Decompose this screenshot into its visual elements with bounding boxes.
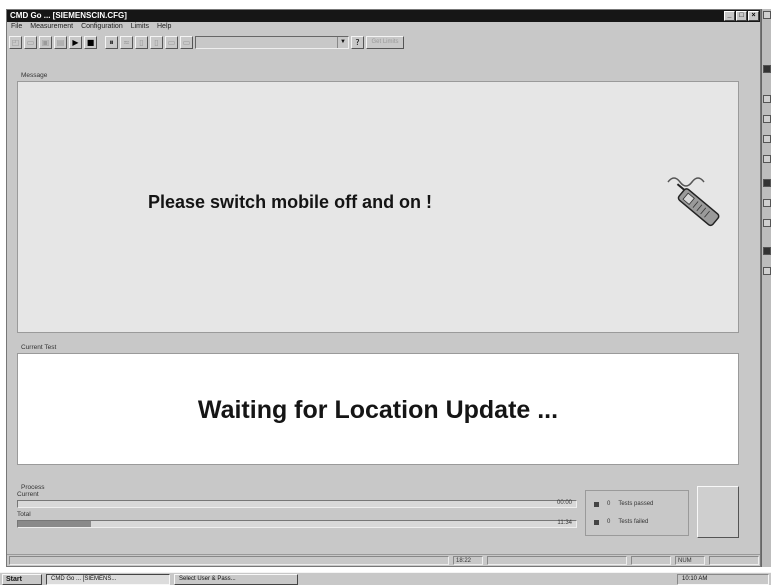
- close-button[interactable]: ×: [748, 11, 759, 21]
- window-status-bar: 18:22 NUM: [7, 554, 760, 566]
- maximize-button[interactable]: □: [736, 11, 747, 21]
- system-tray: 10:10 AM: [677, 574, 769, 585]
- window-title: CMD Go ... [SIEMENSCIN.CFG]: [10, 11, 127, 20]
- total-progress-bar: 11:34: [17, 520, 577, 528]
- current-progress-row: Current 00:00: [17, 491, 577, 514]
- edge-button[interactable]: [763, 267, 771, 275]
- current-test-panel: Waiting for Location Update ...: [17, 353, 739, 465]
- tests-failed-count: 0: [607, 519, 611, 525]
- config-icon[interactable]: ▯: [135, 35, 148, 49]
- current-test-group-label: Current Test: [21, 344, 57, 351]
- help-button[interactable]: ?: [351, 35, 364, 49]
- edge-button[interactable]: [763, 219, 771, 227]
- edge-button[interactable]: [763, 65, 771, 73]
- save-icon[interactable]: ▣: [39, 35, 52, 49]
- message-group-label: Message: [21, 72, 48, 79]
- failed-indicator-icon: [594, 519, 599, 525]
- status-cell-info: [487, 556, 627, 565]
- status-cell-message: [9, 556, 449, 565]
- mobile-phone-icon: [667, 177, 720, 227]
- total-progress-fill: [18, 521, 91, 527]
- tests-passed-label: Tests passed: [618, 501, 654, 507]
- open-icon[interactable]: ▭: [24, 35, 37, 49]
- edge-button[interactable]: [763, 11, 771, 19]
- menu-help[interactable]: Help: [157, 22, 171, 32]
- current-progress-bar: 00:00: [17, 500, 577, 508]
- stop-icon[interactable]: ■: [84, 35, 97, 49]
- current-test-text: Waiting for Location Update ...: [197, 396, 559, 424]
- list-icon[interactable]: ▭: [180, 35, 193, 49]
- new-icon[interactable]: ◰: [9, 35, 22, 49]
- title-bar[interactable]: CMD Go ... [SIEMENSCIN.CFG] _ □ ×: [7, 10, 760, 22]
- edge-button[interactable]: [763, 115, 771, 123]
- total-progress-label: Total: [17, 511, 31, 518]
- report-icon[interactable]: ▤: [54, 35, 67, 49]
- menu-configuration[interactable]: Configuration: [81, 22, 123, 32]
- window-controls: _ □ ×: [724, 11, 759, 21]
- total-progress-row: Total 11:34: [17, 511, 577, 534]
- taskbar-item-cmd-go[interactable]: CMD Go ... [SIEMENS...: [46, 574, 170, 585]
- test-select-combo[interactable]: ▼: [195, 35, 349, 49]
- total-progress-value: 11:34: [557, 520, 572, 526]
- status-cell-caps: [631, 556, 671, 565]
- status-cell-scroll: [709, 556, 759, 565]
- tests-passed-count: 0: [607, 501, 611, 507]
- current-progress-value: 00:00: [556, 500, 572, 506]
- view-icon[interactable]: ▭: [165, 35, 178, 49]
- edge-button[interactable]: [763, 199, 771, 207]
- minimize-button[interactable]: _: [724, 11, 735, 21]
- clock: 10:10 AM: [682, 576, 708, 582]
- toolbar: ◰ ▭ ▣ ▤ ▶ ■ ⏸ ≈ ▯ ▯ ▭ ▭ ▼ ? Get Limits: [9, 34, 404, 50]
- progress-area: Current 00:00 Total 11:34: [17, 491, 577, 555]
- message-panel: Please switch mobile off and on !: [17, 81, 739, 333]
- edge-button[interactable]: [763, 135, 771, 143]
- process-group-label: Process: [21, 484, 45, 491]
- taskbar-item-select-user[interactable]: Select User & Pass...: [174, 574, 298, 585]
- start-test-button[interactable]: [697, 486, 739, 538]
- menu-measurement[interactable]: Measurement: [30, 22, 73, 32]
- test-statistics: 0 Tests passed 0 Tests failed: [585, 490, 689, 536]
- edge-button[interactable]: [763, 95, 771, 103]
- tests-passed: 0 Tests passed: [594, 501, 653, 507]
- tests-failed-label: Tests failed: [618, 519, 649, 525]
- passed-indicator-icon: [594, 501, 599, 507]
- status-cell-time: 18:22: [453, 556, 483, 565]
- status-cell-num: NUM: [675, 556, 705, 565]
- start-button[interactable]: Start: [2, 574, 42, 585]
- menu-bar: File Measurement Configuration Limits He…: [7, 22, 760, 32]
- edge-button[interactable]: [763, 155, 771, 163]
- message-text: Please switch mobile off and on !: [148, 192, 433, 212]
- limits-icon[interactable]: ▯: [150, 35, 163, 49]
- current-progress-label: Current: [17, 491, 39, 498]
- get-limits-button[interactable]: Get Limits: [366, 35, 404, 49]
- edge-button[interactable]: [763, 179, 771, 187]
- chevron-down-icon[interactable]: ▼: [337, 36, 348, 48]
- run-icon[interactable]: ▶: [69, 35, 82, 49]
- pause-icon[interactable]: ⏸: [105, 35, 118, 49]
- edge-button[interactable]: [763, 247, 771, 255]
- tests-failed: 0 Tests failed: [594, 519, 648, 525]
- taskbar: Start CMD Go ... [SIEMENS... Select User…: [0, 572, 771, 585]
- menu-file[interactable]: File: [11, 22, 22, 32]
- background-window-edge: [761, 9, 771, 567]
- app-window: CMD Go ... [SIEMENSCIN.CFG] _ □ × File M…: [6, 9, 761, 567]
- menu-limits[interactable]: Limits: [131, 22, 149, 32]
- step-icon[interactable]: ≈: [120, 35, 133, 49]
